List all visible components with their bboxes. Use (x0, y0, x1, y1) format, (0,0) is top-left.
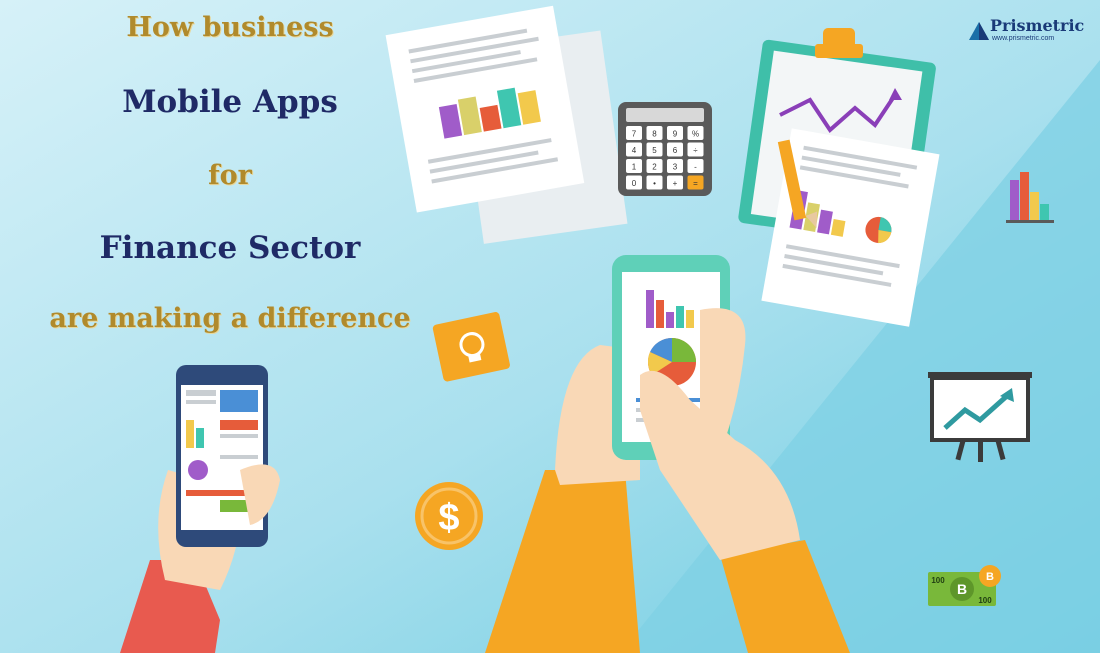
calculator-key-label: 8 (652, 130, 657, 139)
calculator-key-label: 4 (632, 146, 637, 155)
headline-line-5: are making a difference (49, 303, 411, 334)
prismetric-logo: Prismetric www.prismetric.com (968, 16, 1088, 52)
calculator-key-label: 1 (632, 163, 637, 172)
logo-url-text: www.prismetric.com (992, 35, 1055, 42)
dollar-coin-icon (415, 482, 483, 550)
calculator-key-label: 3 (673, 163, 678, 172)
calculator-icon: 7 8 9 % 4 5 6 ÷ 1 2 3 - 0 • + = (618, 102, 712, 196)
headline-line-2: Mobile Apps (122, 84, 338, 120)
calculator-key-label: = (693, 179, 698, 188)
calculator-key-label: • (653, 179, 656, 188)
calculator-key-label: ÷ (693, 146, 698, 155)
headline-line-1: How business (126, 12, 334, 43)
calculator-key-label: 0 (632, 179, 637, 188)
calculator-key-label: 6 (673, 146, 678, 155)
calculator-key-label: % (692, 130, 699, 139)
calculator-key-label: 5 (652, 146, 657, 155)
calculator-key-label: - (694, 163, 697, 172)
calculator-key-label: 7 (632, 130, 637, 139)
calculator-key-label: + (673, 179, 678, 188)
headline-line-3: for (208, 160, 252, 191)
prism-triangle-icon (969, 22, 989, 40)
logo-brand-text: Prismetric (990, 16, 1085, 35)
calculator-key-label: 9 (673, 130, 678, 139)
calculator-key-label: 2 (652, 163, 657, 172)
headline-line-4: Finance Sector (99, 230, 361, 266)
